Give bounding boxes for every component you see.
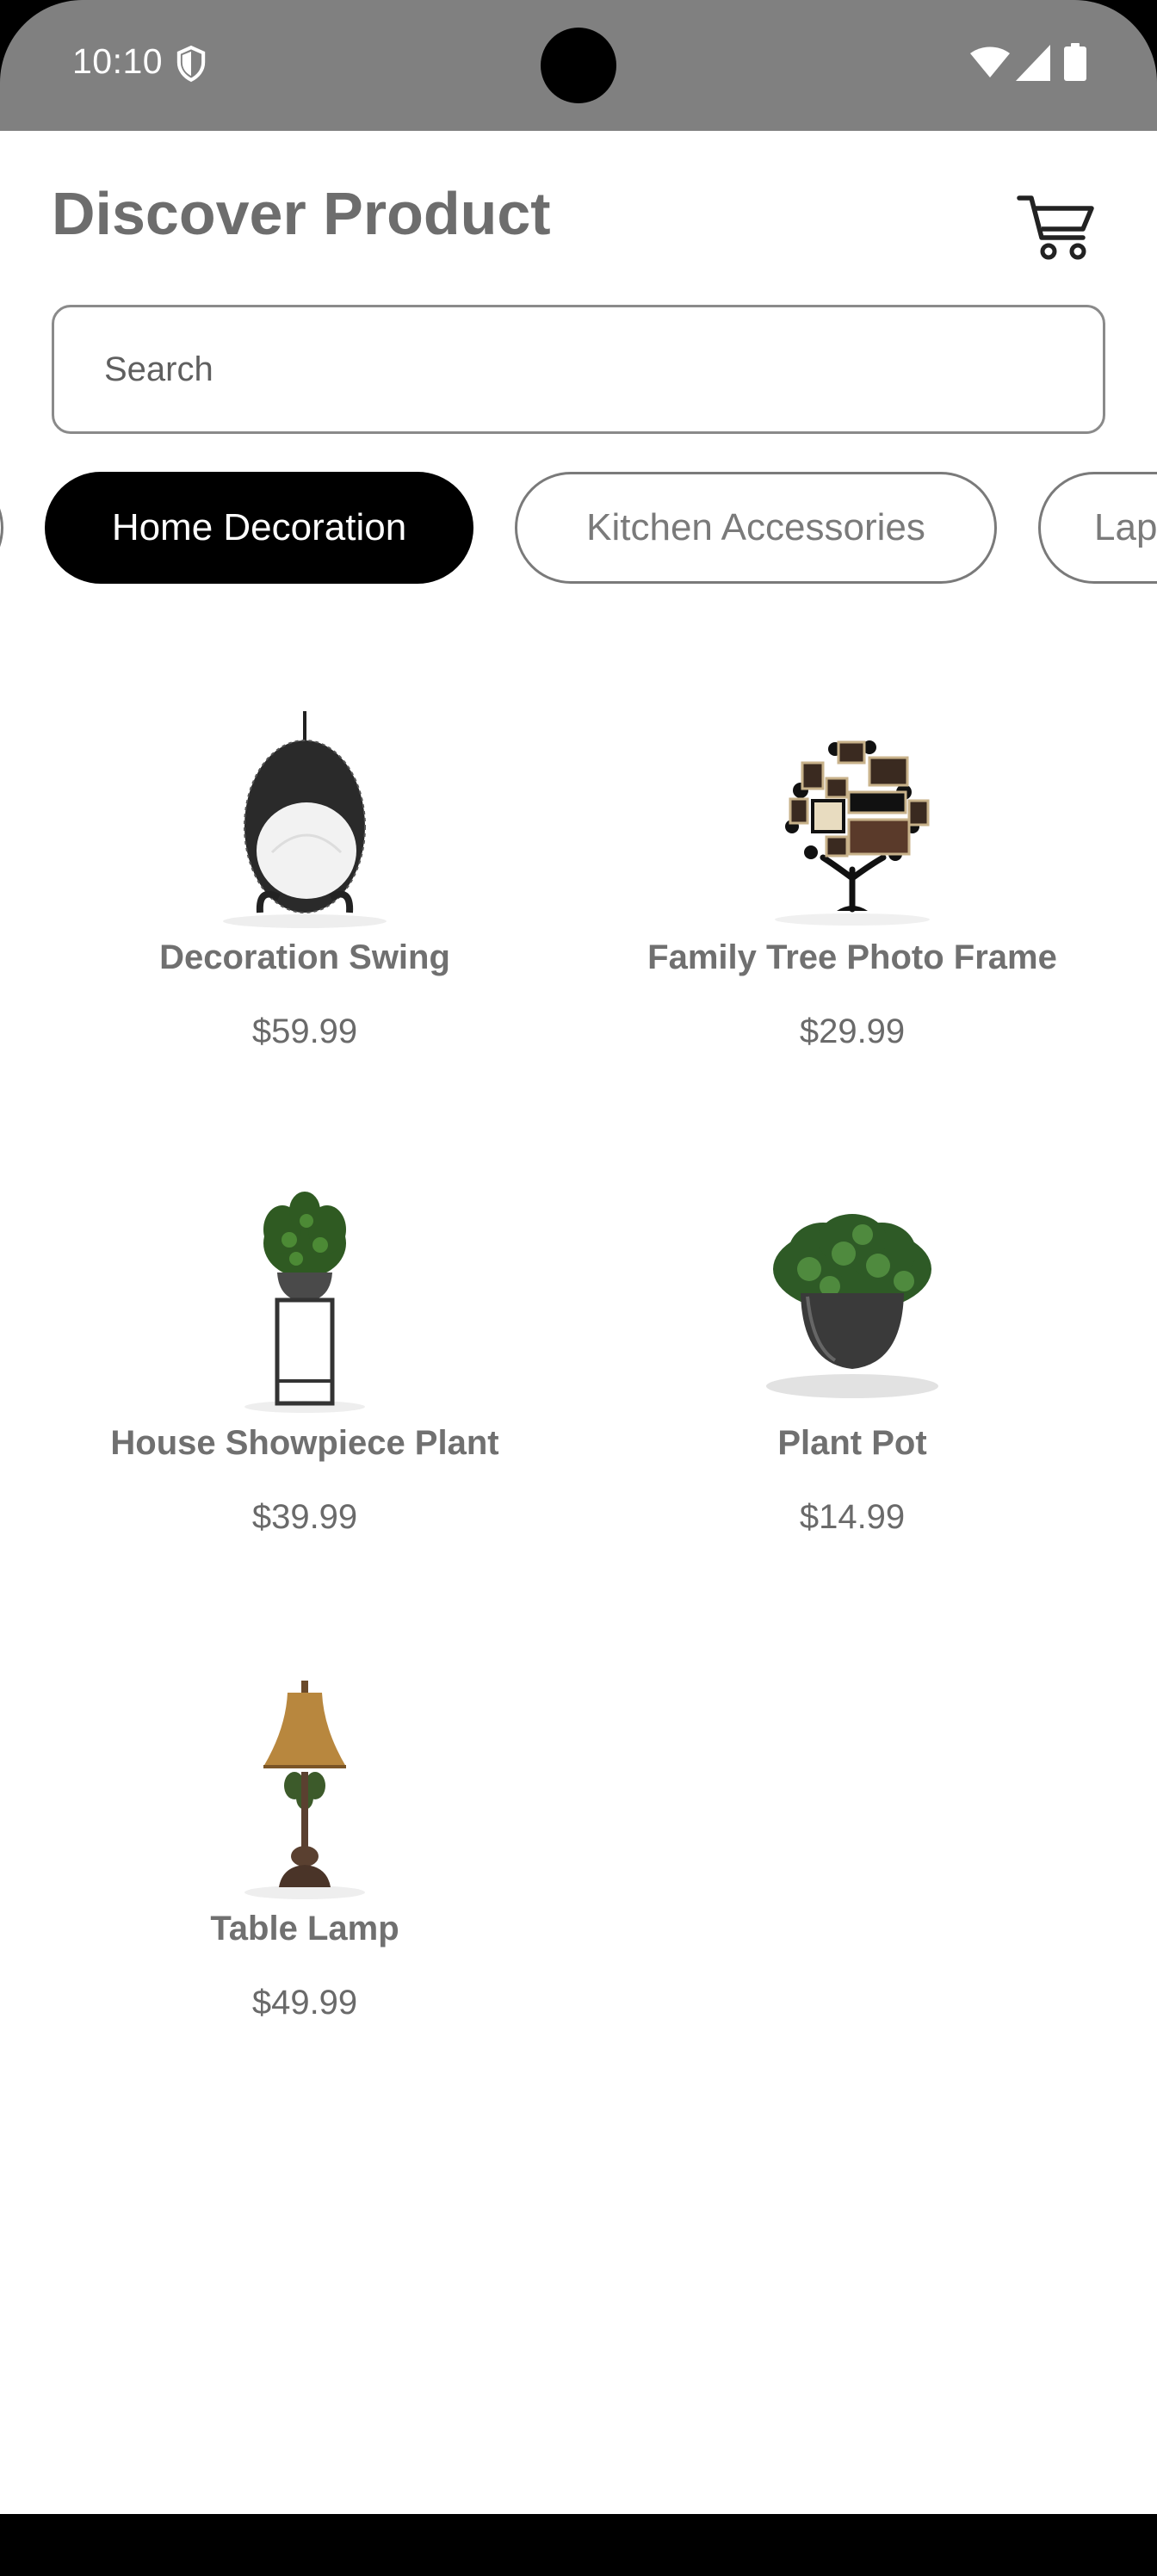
wifi-icon [970,46,1010,77]
battery-icon [1064,43,1086,81]
product-name: Family Tree Photo Frame [647,938,1057,976]
category-chip-partial[interactable] [0,472,3,584]
shield-icon [176,45,206,83]
page-title: Discover Product [52,180,551,247]
category-chip-row[interactable]: Home Decoration Kitchen Accessories Lapt… [0,472,1157,587]
cart-button[interactable] [1012,183,1098,269]
product-name: House Showpiece Plant [110,1424,499,1462]
product-price: $39.99 [251,1498,358,1536]
product-image [766,1214,938,1398]
product-card[interactable]: Family Tree Photo Frame $29.99 [577,706,1128,1136]
product-price: $14.99 [799,1498,906,1536]
category-chip-laptops[interactable]: Laptops [1038,472,1157,584]
category-chip-kitchen-accessories[interactable]: Kitchen Accessories [515,472,997,584]
status-time: 10:10 [72,41,164,81]
product-price: $29.99 [799,1012,906,1050]
category-chip-label: Laptops [1094,506,1157,548]
search-input[interactable] [52,305,1105,434]
product-price: $49.99 [251,1984,358,2022]
product-image [244,1681,365,1899]
shopping-cart-icon [1017,195,1094,260]
product-image [223,711,387,928]
phone-screen: 10:10 Discover Product Search Home Decor… [0,0,1157,2576]
category-chip-label: Kitchen Accessories [586,506,925,548]
product-price: $59.99 [251,1012,358,1050]
app-content: Discover Product Home Decoration Kitchen… [0,131,1157,2514]
product-card[interactable]: Plant Pot $14.99 [577,1192,1128,1622]
status-bar: 10:10 [0,0,1157,131]
camera-cutout [541,28,616,103]
product-name: Decoration Swing [159,938,450,976]
product-card[interactable]: House Showpiece Plant $39.99 [29,1192,580,1622]
home-gesture-handle[interactable] [439,2497,718,2507]
cell-signal-icon [1016,45,1050,81]
product-image [244,1192,365,1413]
product-card[interactable]: Table Lamp $49.99 [29,1677,580,2108]
product-card[interactable]: Decoration Swing $59.99 [29,706,580,1136]
product-image [775,740,930,926]
system-navigation-bar [0,2514,1157,2576]
product-name: Plant Pot [777,1424,927,1462]
product-name: Table Lamp [210,1910,399,1947]
category-chip-label: Home Decoration [111,506,407,548]
category-chip-home-decoration[interactable]: Home Decoration [45,472,473,584]
